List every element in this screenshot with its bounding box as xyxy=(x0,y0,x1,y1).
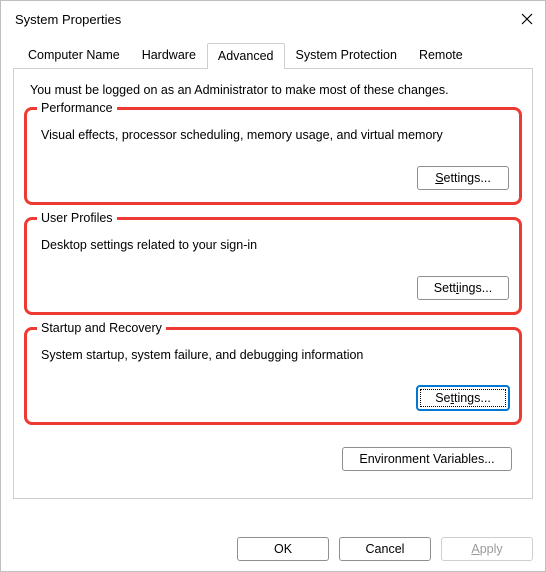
tab-hardware[interactable]: Hardware xyxy=(131,42,207,68)
tab-advanced[interactable]: Advanced xyxy=(207,43,285,69)
performance-settings-button[interactable]: Settings... xyxy=(417,166,509,190)
group-user-profiles: User Profiles Desktop settings related t… xyxy=(24,217,522,315)
tab-strip: Computer Name Hardware Advanced System P… xyxy=(13,41,533,69)
group-performance-desc: Visual effects, processor scheduling, me… xyxy=(41,128,509,142)
tab-panel-advanced: You must be logged on as an Administrato… xyxy=(13,69,533,499)
intro-text: You must be logged on as an Administrato… xyxy=(30,83,522,97)
environment-variables-button[interactable]: Environment Variables... xyxy=(342,447,512,471)
group-startup-recovery-desc: System startup, system failure, and debu… xyxy=(41,348,509,362)
apply-button[interactable]: Apply xyxy=(441,537,533,561)
tab-computer-name[interactable]: Computer Name xyxy=(17,42,131,68)
window-title: System Properties xyxy=(15,12,121,27)
ok-button[interactable]: OK xyxy=(237,537,329,561)
group-startup-recovery: Startup and Recovery System startup, sys… xyxy=(24,327,522,425)
group-performance: Performance Visual effects, processor sc… xyxy=(24,107,522,205)
dialog-footer: OK Cancel Apply xyxy=(237,537,533,561)
user-profiles-settings-button[interactable]: Settiings... xyxy=(417,276,509,300)
startup-recovery-settings-button[interactable]: Settings... xyxy=(417,386,509,410)
group-startup-recovery-legend: Startup and Recovery xyxy=(37,321,166,335)
group-user-profiles-legend: User Profiles xyxy=(37,211,117,225)
group-user-profiles-desc: Desktop settings related to your sign-in xyxy=(41,238,509,252)
tab-remote[interactable]: Remote xyxy=(408,42,474,68)
titlebar: System Properties xyxy=(1,1,545,37)
group-performance-legend: Performance xyxy=(37,101,117,115)
tab-system-protection[interactable]: System Protection xyxy=(285,42,408,68)
close-icon[interactable] xyxy=(521,13,533,25)
cancel-button[interactable]: Cancel xyxy=(339,537,431,561)
